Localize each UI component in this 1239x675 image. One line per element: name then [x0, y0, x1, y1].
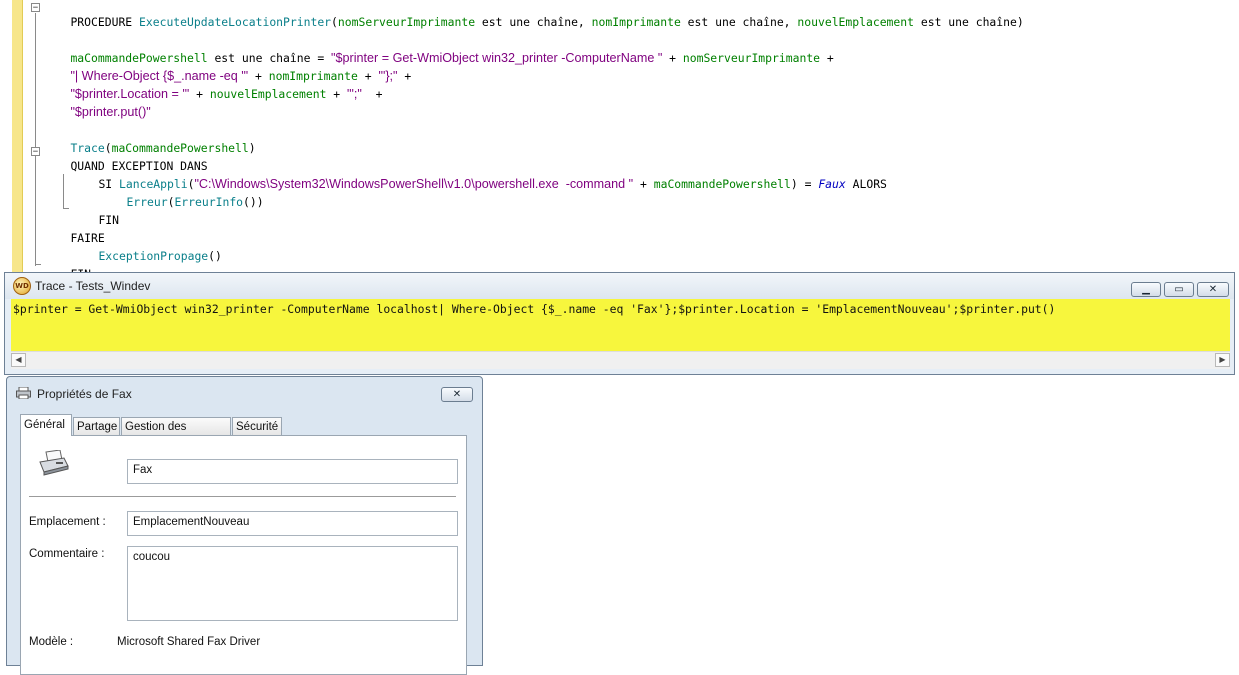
code-editor[interactable]: − PROCEDURE ExecuteUpdateLocationPrinter…	[0, 0, 1239, 281]
tab-general[interactable]: Général	[20, 414, 72, 436]
printer-properties-dialog: Propriétés de Fax ✕ Général Partage Gest…	[6, 376, 483, 675]
code-line-erreur[interactable]: Erreur(ErreurInfo())	[99, 181, 263, 223]
trace-output-line: $printer = Get-WmiObject win32_printer -…	[13, 302, 1056, 316]
trace-title: Trace - Tests_Windev	[35, 279, 151, 293]
minimize-button[interactable]: ▁	[1131, 282, 1161, 297]
maximize-icon: ▭	[1174, 284, 1184, 295]
scroll-right-icon[interactable]: ▶	[1215, 353, 1230, 367]
trace-titlebar[interactable]: WD Trace - Tests_Windev ▁ ▭ ✕	[5, 273, 1234, 299]
comment-field[interactable]: coucou	[127, 546, 458, 621]
separator	[29, 496, 456, 497]
model-label: Modèle :	[29, 636, 74, 648]
tab-securite[interactable]: Sécurité	[232, 417, 282, 435]
general-panel: Fax Emplacement : EmplacementNouveau Com…	[20, 435, 467, 675]
fax-printer-icon	[39, 450, 69, 476]
fold-toggle-exception[interactable]: −	[31, 147, 40, 157]
close-icon: ✕	[1208, 284, 1218, 295]
fold-toggle-procedure[interactable]: −	[31, 3, 40, 13]
close-icon: ✕	[452, 389, 462, 400]
close-button[interactable]: ✕	[1197, 282, 1229, 297]
fold-guide-end	[35, 264, 41, 265]
dialog-title: Propriétés de Fax	[37, 387, 132, 401]
model-value: Microsoft Shared Fax Driver	[117, 636, 261, 648]
code-line-exception-propage[interactable]: ExceptionPropage()	[71, 235, 221, 277]
trace-horizontal-scrollbar[interactable]: ◀ ▶	[11, 351, 1230, 369]
windev-icon: WD	[13, 277, 31, 295]
editor-gutter	[12, 0, 23, 272]
trace-window: WD Trace - Tests_Windev ▁ ▭ ✕ $printer =…	[4, 272, 1235, 375]
tab-partage[interactable]: Partage	[73, 417, 120, 435]
fold-guide-si-end	[63, 208, 69, 209]
dialog-close-button[interactable]: ✕	[441, 387, 473, 402]
maximize-button[interactable]: ▭	[1164, 282, 1194, 297]
minimize-icon: ▁	[1142, 284, 1150, 295]
location-label: Emplacement :	[29, 516, 106, 528]
tab-gestion-couleurs[interactable]: Gestion des couleurs	[121, 417, 231, 451]
printer-icon	[16, 387, 31, 399]
comment-label: Commentaire :	[29, 548, 105, 560]
trace-output[interactable]: $printer = Get-WmiObject win32_printer -…	[11, 299, 1230, 353]
location-field[interactable]: EmplacementNouveau	[127, 511, 458, 536]
fold-guide-faire	[35, 229, 36, 257]
scroll-left-icon[interactable]: ◀	[11, 353, 26, 367]
printer-name-field[interactable]: Fax	[127, 459, 458, 484]
